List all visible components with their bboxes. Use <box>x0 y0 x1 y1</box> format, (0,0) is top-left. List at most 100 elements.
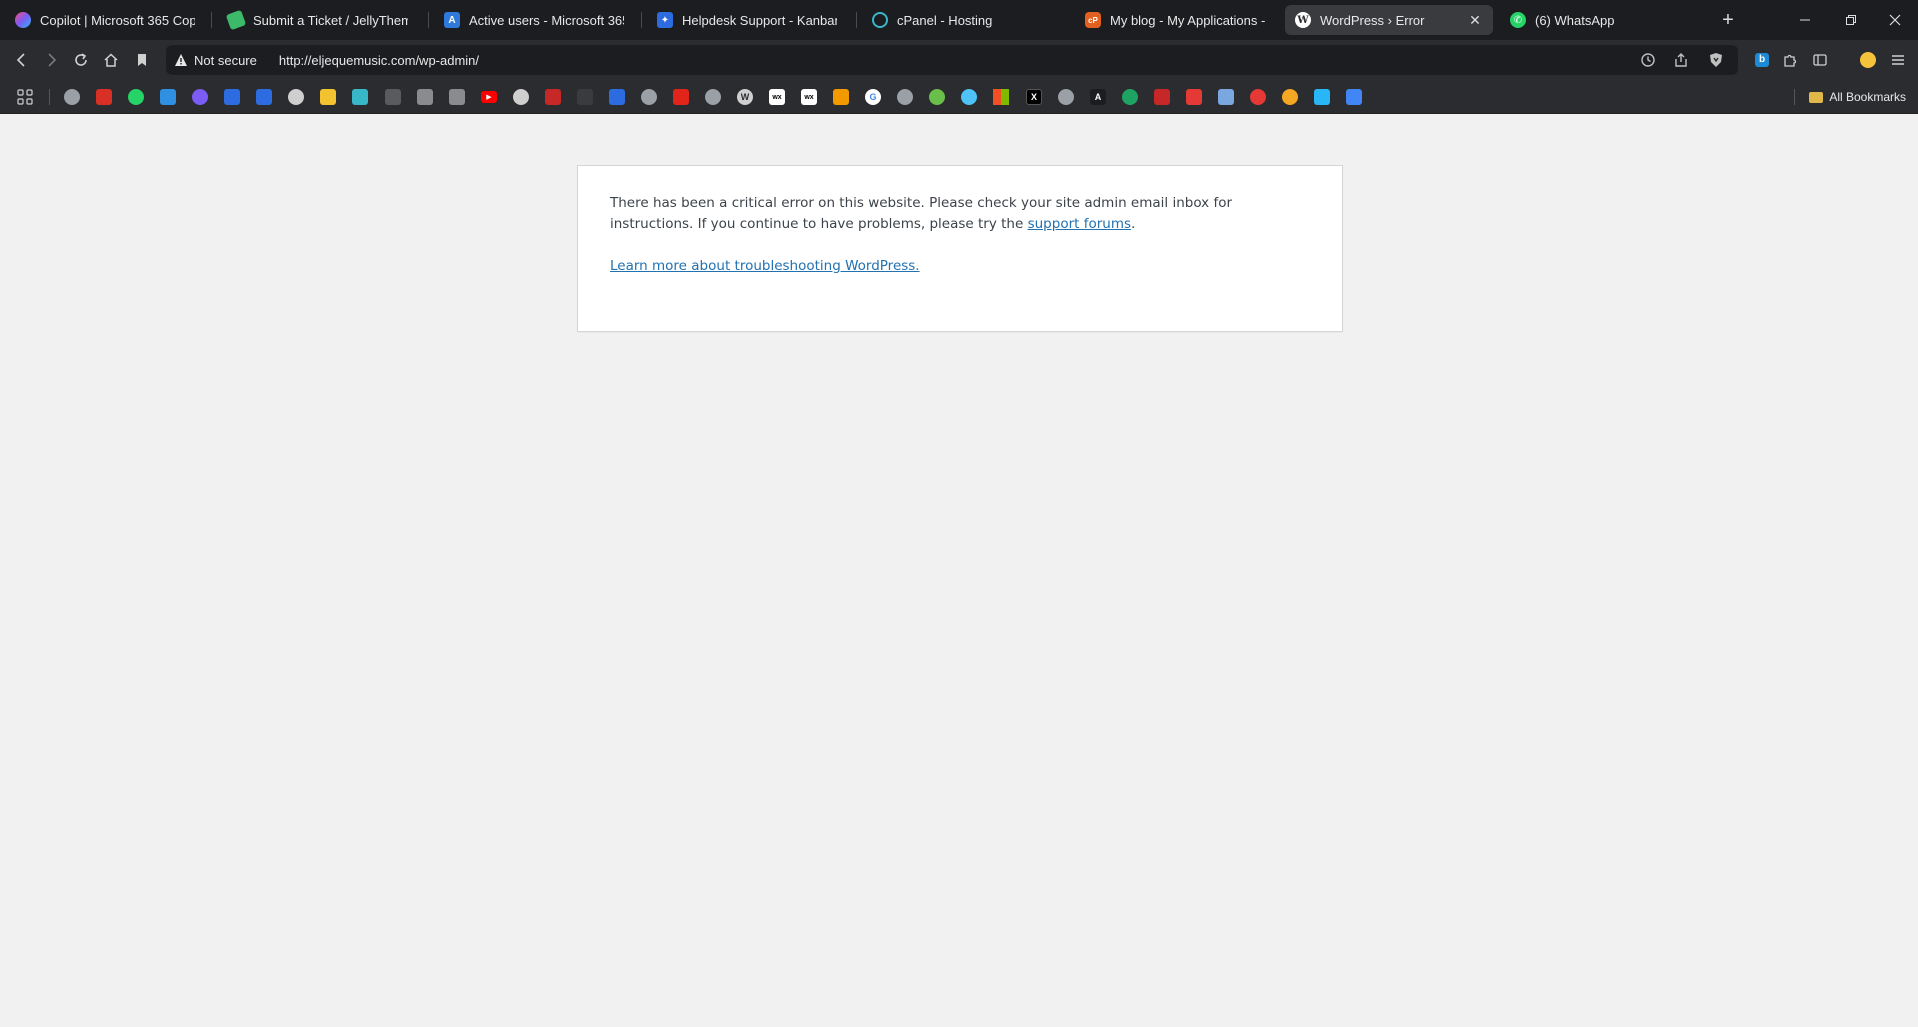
bookmark-red-icon[interactable] <box>96 89 112 105</box>
heart-icon[interactable] <box>1186 89 1202 105</box>
browser-toolbar: Not secure http://eljequemusic.com/wp-ad… <box>0 40 1918 80</box>
tab-helpdesk[interactable]: ✦ Helpdesk Support - Kanban Bo <box>647 5 847 35</box>
home-icon <box>104 53 118 67</box>
microsoft-icon[interactable] <box>993 89 1009 105</box>
youtube-icon[interactable]: ▶ <box>481 91 497 103</box>
wix-icon[interactable]: wx <box>769 89 785 105</box>
globe-icon[interactable] <box>64 89 80 105</box>
reload-button[interactable] <box>69 48 93 72</box>
tab-title: Submit a Ticket / JellyThemes <box>253 12 408 28</box>
globe-icon[interactable] <box>705 89 721 105</box>
sidebar-icon <box>1813 54 1827 66</box>
cpanel-swirl-icon[interactable] <box>352 89 368 105</box>
url-text[interactable]: http://eljequemusic.com/wp-admin/ <box>279 53 479 68</box>
red-grid-icon[interactable] <box>545 89 561 105</box>
home-button[interactable] <box>99 48 123 72</box>
learn-more-link[interactable]: Learn more about troubleshooting WordPre… <box>610 258 920 274</box>
copilot-icon[interactable] <box>192 89 208 105</box>
target-icon[interactable] <box>513 89 529 105</box>
cpanel-icon: cP <box>1085 12 1101 28</box>
owl-icon[interactable] <box>288 89 304 105</box>
dark-app-icon[interactable] <box>577 89 593 105</box>
circle-app-icon[interactable] <box>961 89 977 105</box>
tab-copilot[interactable]: Copilot | Microsoft 365 Copilot <box>5 5 205 35</box>
yellow-app-icon[interactable] <box>320 89 336 105</box>
menu-button[interactable] <box>1886 48 1910 72</box>
google-icon[interactable]: G <box>865 89 881 105</box>
tab-title: (6) WhatsApp <box>1535 12 1615 28</box>
tab-divider <box>428 12 429 28</box>
tab-title: cPanel - Hosting <box>897 12 993 28</box>
tab-wordpress-error[interactable]: W WordPress › Error ✕ <box>1285 5 1493 35</box>
share-icon <box>1675 53 1687 67</box>
mail-icon[interactable] <box>1218 89 1234 105</box>
jira-icon[interactable] <box>256 89 272 105</box>
restore-icon <box>1846 15 1856 25</box>
new-tab-button[interactable]: + <box>1716 8 1740 32</box>
at-sign-icon[interactable] <box>1250 89 1266 105</box>
bar-chart-icon[interactable] <box>833 89 849 105</box>
restore-button[interactable] <box>1828 0 1874 40</box>
extension-bing-button[interactable]: b <box>1750 48 1774 72</box>
sidebar-button[interactable] <box>1808 48 1832 72</box>
globe-icon[interactable] <box>1058 89 1074 105</box>
x-icon[interactable]: X <box>1026 89 1042 105</box>
font-a-icon[interactable]: A <box>1090 89 1106 105</box>
security-indicator[interactable]: Not secure <box>174 53 257 68</box>
wallet-icon <box>1860 52 1876 68</box>
azure-icon[interactable] <box>160 89 176 105</box>
jira-icon[interactable] <box>609 89 625 105</box>
jellythemes-icon <box>225 9 247 31</box>
adobe-icon[interactable] <box>673 89 689 105</box>
tab-title: Active users - Microsoft 365 ad <box>469 12 624 28</box>
green-circle-icon[interactable] <box>929 89 945 105</box>
azure-admin-icon: A <box>444 12 460 28</box>
apple-icon[interactable] <box>385 89 401 105</box>
history-button[interactable] <box>1636 48 1660 72</box>
tab-active-users[interactable]: A Active users - Microsoft 365 ad <box>434 5 634 35</box>
tab-jellythemes[interactable]: Submit a Ticket / JellyThemes <box>218 5 418 35</box>
tab-strip: Copilot | Microsoft 365 Copilot Submit a… <box>0 0 1918 40</box>
red-app-icon[interactable] <box>1154 89 1170 105</box>
all-bookmarks-button[interactable]: All Bookmarks <box>1809 88 1906 106</box>
whatsapp-icon[interactable] <box>128 89 144 105</box>
forward-arrow-icon <box>48 53 57 67</box>
extensions-button[interactable] <box>1778 48 1802 72</box>
error-message: There has been a critical error on this … <box>610 193 1310 235</box>
bookmark-button[interactable] <box>130 48 154 72</box>
wix-icon[interactable]: wx <box>801 89 817 105</box>
translate-icon[interactable] <box>1346 89 1362 105</box>
brave-shield-icon <box>1710 53 1722 67</box>
jira-icon[interactable] <box>224 89 240 105</box>
close-icon <box>1889 14 1901 26</box>
close-window-button[interactable] <box>1872 0 1918 40</box>
forward-button[interactable] <box>39 48 63 72</box>
tab-cpanel[interactable]: cPanel - Hosting <box>862 5 1062 35</box>
tab-divider <box>641 12 642 28</box>
globe-icon[interactable] <box>897 89 913 105</box>
minimize-button[interactable] <box>1782 0 1828 40</box>
brave-shields-button[interactable] <box>1704 48 1728 72</box>
apple-icon[interactable] <box>417 89 433 105</box>
back-button[interactable] <box>10 48 34 72</box>
apple-icon[interactable] <box>449 89 465 105</box>
tab-my-blog[interactable]: cP My blog - My Applications - In <box>1075 5 1275 35</box>
all-bookmarks-label: All Bookmarks <box>1829 90 1906 104</box>
wordpress-icon[interactable]: W <box>737 89 753 105</box>
support-forums-link[interactable]: support forums <box>1028 216 1131 232</box>
address-bar[interactable]: Not secure http://eljequemusic.com/wp-ad… <box>166 45 1738 75</box>
globe-icon[interactable] <box>641 89 657 105</box>
green-ring-icon[interactable] <box>1122 89 1138 105</box>
square-app-icon[interactable] <box>1314 89 1330 105</box>
share-button[interactable] <box>1669 48 1693 72</box>
hamburger-menu-icon <box>1892 55 1904 65</box>
apps-grid-icon[interactable] <box>17 89 33 105</box>
bookmark-icon <box>138 54 146 66</box>
close-icon[interactable]: ✕ <box>1465 10 1485 30</box>
grid-icon <box>17 89 33 105</box>
back-arrow-icon <box>16 53 25 67</box>
wallet-button[interactable] <box>1856 48 1880 72</box>
learn-more-paragraph: Learn more about troubleshooting WordPre… <box>610 256 1310 277</box>
orange-x-icon[interactable] <box>1282 89 1298 105</box>
tab-whatsapp[interactable]: ✆ (6) WhatsApp <box>1500 5 1700 35</box>
